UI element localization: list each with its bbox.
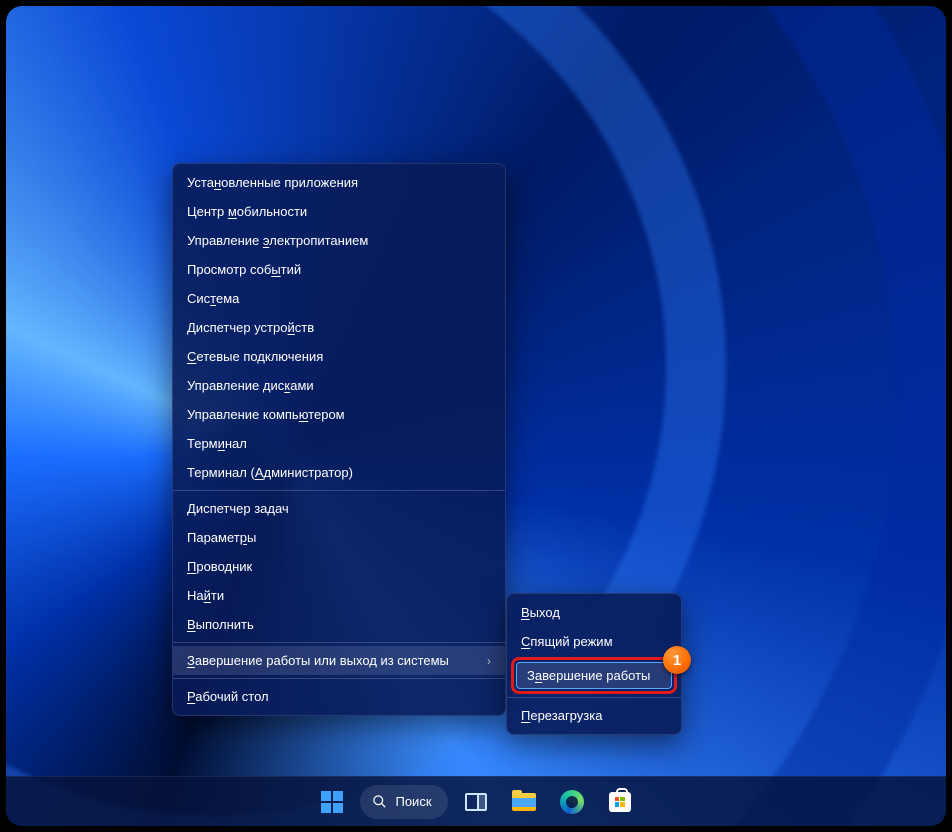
submenu-item-label: Завершение работы [527,668,650,683]
edge-button[interactable] [552,782,592,822]
start-button[interactable] [312,782,352,822]
microsoft-store-button[interactable] [600,782,640,822]
ctx-item[interactable]: Терминал (Администратор) [173,458,505,487]
submenu-item-label: Спящий режим [521,634,613,649]
ctx-item-label: Выполнить [187,617,254,632]
chevron-right-icon: › [487,654,491,668]
ctx-item-label: Управление дисками [187,378,314,393]
store-icon [609,792,631,812]
ctx-item[interactable]: Сетевые подключения [173,342,505,371]
ctx-item-label: Центр мобильности [187,204,307,219]
winx-context-menu: Установленные приложения Центр мобильност… [172,163,506,716]
ctx-item-label: Система [187,291,239,306]
ctx-item[interactable]: Управление компьютером [173,400,505,429]
ctx-item[interactable]: Просмотр событий [173,255,505,284]
shutdown-submenu: Выход Спящий режим Завершение работы1 Перез… [506,593,682,735]
ctx-item-label: Сетевые подключения [187,349,323,364]
ctx-item[interactable]: Рабочий стол [173,682,505,711]
submenu-item-label: Выход [521,605,560,620]
ctx-item[interactable]: Диспетчер задач [173,494,505,523]
taskbar-search[interactable]: Поиск [360,785,447,819]
submenu-item-label: Перезагрузка [521,708,602,723]
menu-separator [173,490,505,491]
menu-separator [173,642,505,643]
search-icon [372,794,387,809]
annotation-marker-1: 1 [663,646,691,674]
windows-logo-icon [321,791,343,813]
edge-icon [560,790,584,814]
ctx-item[interactable]: Центр мобильности [173,197,505,226]
ctx-item-label: Завершение работы или выход из системы [187,653,449,668]
task-view-icon [465,793,487,811]
ctx-item-label: Проводник [187,559,252,574]
ctx-item-label: Найти [187,588,224,603]
ctx-item[interactable]: Найти [173,581,505,610]
ctx-item[interactable]: Параметры [173,523,505,552]
ctx-item-label: Диспетчер задач [187,501,289,516]
ctx-item[interactable]: Диспетчер устройств [173,313,505,342]
ctx-item-label: Диспетчер устройств [187,320,314,335]
ctx-item[interactable]: Управление дисками [173,371,505,400]
menu-separator [173,678,505,679]
ctx-item[interactable]: Установленные приложения [173,168,505,197]
ctx-item-label: Терминал (Администратор) [187,465,353,480]
task-view-button[interactable] [456,782,496,822]
ctx-item-label: Установленные приложения [187,175,358,190]
submenu-item[interactable]: Перезагрузка [507,701,681,730]
submenu-item[interactable]: Выход [507,598,681,627]
ctx-item[interactable]: Система [173,284,505,313]
ctx-item-label: Управление компьютером [187,407,345,422]
ctx-item[interactable]: Завершение работы или выход из системы › [173,646,505,675]
ctx-item-label: Параметры [187,530,256,545]
taskbar: Поиск [6,776,946,826]
ctx-item[interactable]: Выполнить [173,610,505,639]
ctx-item[interactable]: Терминал [173,429,505,458]
ctx-item[interactable]: Управление электропитанием [173,226,505,255]
submenu-item-shutdown-highlighted[interactable]: Завершение работы1 [511,657,677,694]
ctx-item-label: Терминал [187,436,247,451]
ctx-item-label: Просмотр событий [187,262,301,277]
desktop-wallpaper: Установленные приложения Центр мобильност… [6,6,946,826]
ctx-item[interactable]: Проводник [173,552,505,581]
menu-separator [507,697,681,698]
file-explorer-button[interactable] [504,782,544,822]
folder-icon [512,793,536,811]
search-label: Поиск [395,794,431,809]
ctx-item-label: Управление электропитанием [187,233,368,248]
submenu-item[interactable]: Спящий режим [507,627,681,656]
ctx-item-label: Рабочий стол [187,689,269,704]
